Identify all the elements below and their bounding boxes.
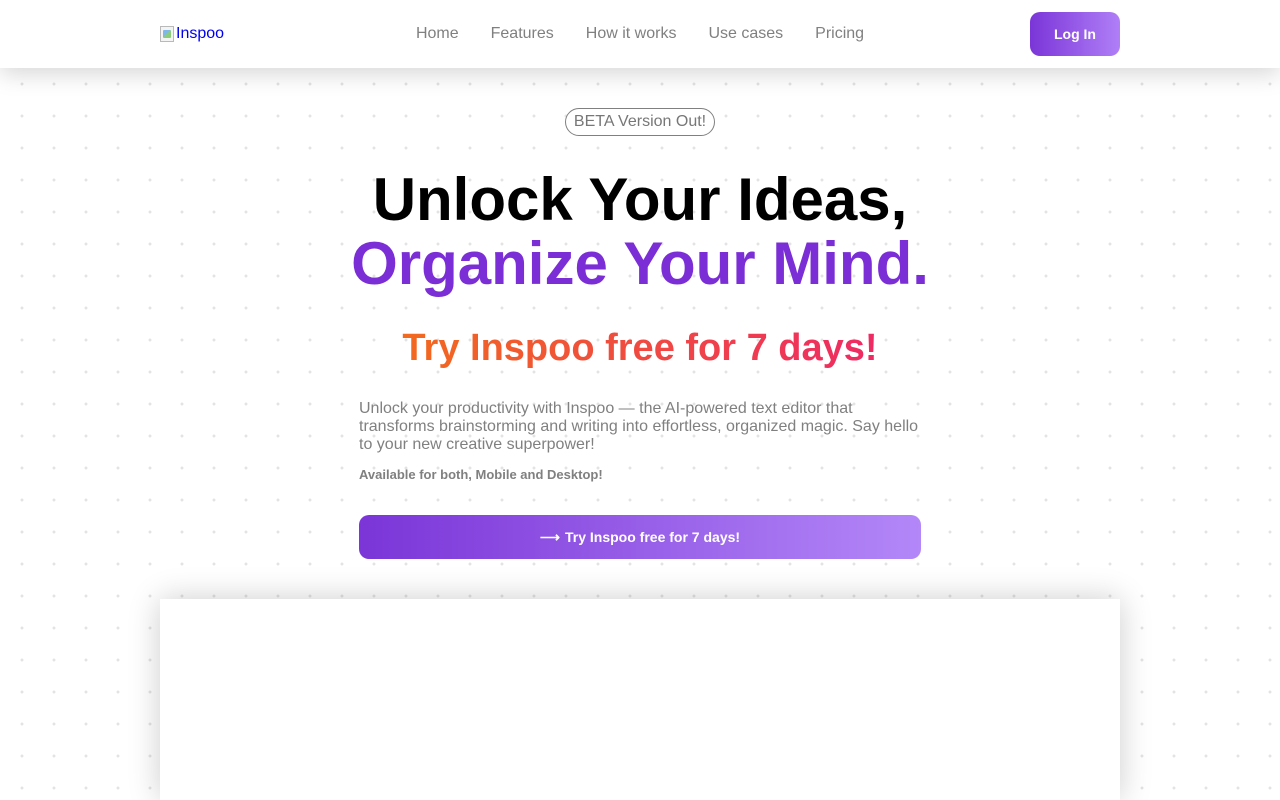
nav-link-home[interactable]: Home: [416, 24, 459, 44]
beta-badge: BETA Version Out!: [565, 108, 715, 136]
try-free-button[interactable]: ⟶ Try Inspoo free for 7 days!: [359, 515, 921, 559]
login-button[interactable]: Log In: [1030, 12, 1120, 56]
arrow-right-icon: ⟶: [539, 528, 560, 545]
app-preview-card: [160, 599, 1120, 800]
hero-title-line1: Unlock Your Ideas,: [372, 166, 908, 233]
nav-link-features[interactable]: Features: [491, 24, 554, 44]
trial-heading: Try Inspoo free for 7 days!: [0, 326, 1280, 370]
hero-title-line2: Organize Your Mind.: [351, 230, 929, 297]
top-navbar: Inspoo Home Features How it works Use ca…: [0, 0, 1280, 68]
try-free-button-label: Try Inspoo free for 7 days!: [565, 529, 741, 545]
platform-note: Available for both, Mobile and Desktop!: [359, 467, 603, 482]
trial-heading-text: Try Inspoo free for 7 days!: [402, 327, 878, 369]
hero-title: Unlock Your Ideas, Organize Your Mind.: [0, 168, 1280, 296]
nav-link-how-it-works[interactable]: How it works: [586, 24, 677, 44]
hero-description: Unlock your productivity with Inspoo — t…: [359, 400, 919, 453]
nav-link-pricing[interactable]: Pricing: [815, 24, 864, 44]
nav-link-use-cases[interactable]: Use cases: [708, 24, 783, 44]
